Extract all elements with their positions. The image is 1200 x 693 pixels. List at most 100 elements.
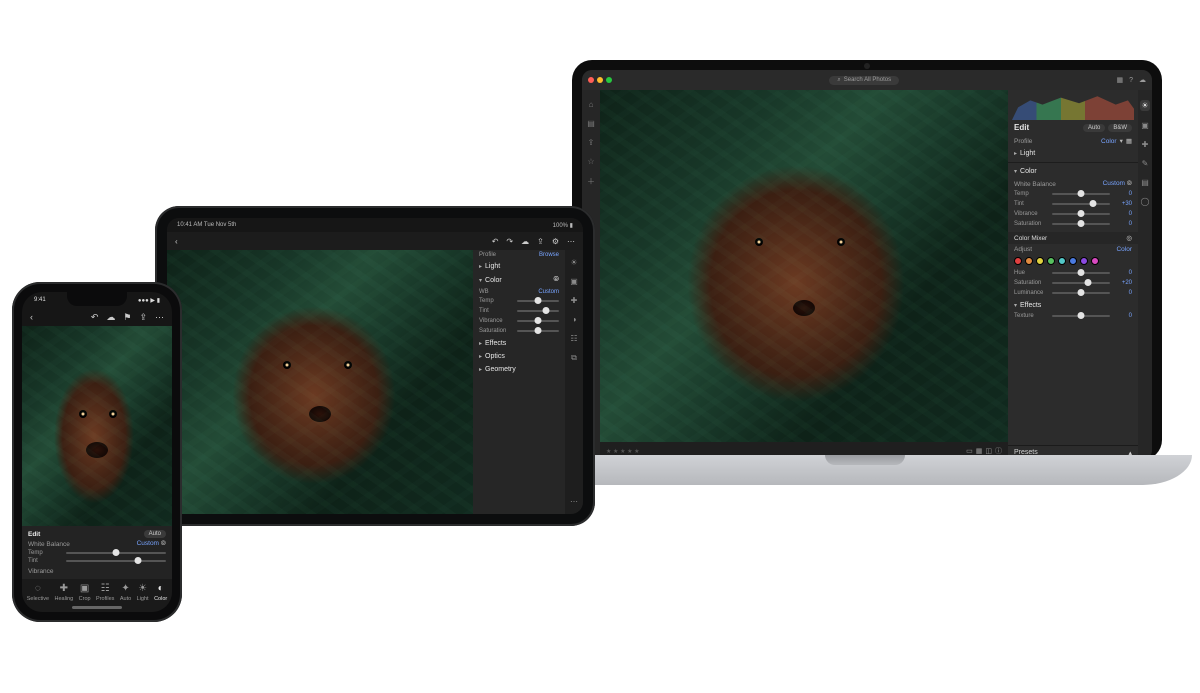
share-icon[interactable]: ⇪ xyxy=(537,237,544,246)
crop-tool-icon[interactable]: ▣ xyxy=(1141,121,1149,130)
share-icon[interactable]: ⇪ xyxy=(139,312,147,323)
vibrance-slider[interactable]: Vibrance 0 xyxy=(1008,210,1138,220)
tab-profiles[interactable]: ☷Profiles xyxy=(96,583,114,602)
versions-icon[interactable]: ⧉ xyxy=(571,353,577,363)
close-window-button[interactable] xyxy=(588,77,594,83)
section-color-mixer[interactable]: Color Mixer ◎ xyxy=(1008,232,1138,244)
section-light[interactable]: ▸ Light xyxy=(473,260,565,273)
back-button[interactable]: ‹ xyxy=(175,237,178,246)
compare-icon[interactable]: ◫ xyxy=(985,447,992,455)
histogram[interactable] xyxy=(1012,92,1134,120)
eyedropper-icon[interactable]: ⦾ xyxy=(553,276,559,284)
color-swatch[interactable] xyxy=(1058,257,1066,265)
wb-row[interactable]: WB Custom xyxy=(473,287,565,297)
color-swatch[interactable] xyxy=(1036,257,1044,265)
browse-label[interactable]: Browse xyxy=(539,252,559,258)
undo-icon[interactable]: ↶ xyxy=(91,312,99,323)
section-optics[interactable]: ▸ Optics xyxy=(473,350,565,363)
eyedropper-icon[interactable]: ⦾ xyxy=(161,540,166,547)
brush-tool-icon[interactable]: ✎ xyxy=(1142,159,1149,168)
bw-button[interactable]: B&W xyxy=(1108,124,1132,132)
slider-track[interactable] xyxy=(1052,223,1110,225)
search-input[interactable]: ⌕ Search All Photos xyxy=(829,76,899,85)
section-light[interactable]: ▸ Light xyxy=(1008,147,1138,160)
more-icon[interactable]: ⋯ xyxy=(567,237,575,246)
slider-track[interactable] xyxy=(1052,292,1110,294)
eyedropper-icon[interactable]: ⦾ xyxy=(1127,180,1132,187)
presets-icon[interactable]: ☷ xyxy=(570,334,577,343)
home-icon[interactable]: ⌂ xyxy=(589,100,594,109)
texture-slider[interactable]: Texture 0 xyxy=(1008,312,1138,322)
undo-icon[interactable]: ↶ xyxy=(492,237,499,246)
plus-icon[interactable]: ＋ xyxy=(587,176,595,187)
tint-slider[interactable]: Tint xyxy=(473,307,565,317)
temp-slider[interactable]: Temp xyxy=(473,297,565,307)
redo-icon[interactable]: ↷ xyxy=(506,237,513,246)
tab-color[interactable]: ◐Color xyxy=(154,583,167,602)
slider-track[interactable] xyxy=(1052,282,1110,284)
radial-tool-icon[interactable]: ◯ xyxy=(1141,197,1150,206)
color-swatch[interactable] xyxy=(1091,257,1099,265)
more-icon[interactable]: ⋯ xyxy=(570,497,578,506)
healing-tool-icon[interactable]: ✚ xyxy=(1142,140,1149,149)
learn-icon[interactable]: ☆ xyxy=(587,157,594,166)
section-effects[interactable]: ▸ Effects xyxy=(473,337,565,350)
color-swatch[interactable] xyxy=(1047,257,1055,265)
settings-icon[interactable]: ⚙ xyxy=(552,237,559,246)
back-button[interactable]: ‹ xyxy=(30,312,33,322)
fit-icon[interactable]: ▭ xyxy=(966,447,973,455)
help-icon[interactable]: ? xyxy=(1129,77,1133,84)
color-swatch[interactable] xyxy=(1080,257,1088,265)
crop-tool-icon[interactable]: ▣ xyxy=(570,277,578,286)
fullscreen-window-button[interactable] xyxy=(606,77,612,83)
tab-crop[interactable]: ▣Crop xyxy=(79,583,91,602)
tab-healing[interactable]: ✚Healing xyxy=(55,583,74,602)
healing-tool-icon[interactable]: ✚ xyxy=(571,296,578,305)
saturation-slider[interactable]: Saturation xyxy=(473,327,565,337)
temp-slider[interactable]: Temp 0 xyxy=(1008,190,1138,200)
tab-auto[interactable]: ✦Auto xyxy=(120,583,131,602)
auto-button[interactable]: Auto xyxy=(144,530,166,538)
section-geometry[interactable]: ▸ Geometry xyxy=(473,363,565,376)
tint-slider[interactable]: Tint +30 xyxy=(1008,200,1138,210)
luminance-slider[interactable]: Luminance 0 xyxy=(1008,289,1138,299)
photo-canvas[interactable] xyxy=(600,90,1008,442)
vibrance-slider[interactable]: Vibrance xyxy=(473,317,565,327)
photo-canvas[interactable] xyxy=(167,250,473,514)
cloud-icon[interactable]: ☁ xyxy=(521,237,529,246)
profile-row[interactable]: Profile Browse xyxy=(473,250,565,260)
home-indicator[interactable] xyxy=(72,606,122,609)
linear-tool-icon[interactable]: ▤ xyxy=(1141,178,1149,187)
minimize-window-button[interactable] xyxy=(597,77,603,83)
hue-slider[interactable]: Hue 0 xyxy=(1008,269,1138,279)
slider-track[interactable] xyxy=(1052,272,1110,274)
auto-button[interactable]: Auto xyxy=(1083,124,1105,132)
tint-slider[interactable]: Tint xyxy=(28,558,166,564)
rating-stars[interactable]: ★ ★ ★ ★ ★ xyxy=(606,448,640,455)
cloud-sync-icon[interactable]: ☁ xyxy=(1139,76,1146,84)
color-swatch[interactable] xyxy=(1014,257,1022,265)
saturation2-slider[interactable]: Saturation +20 xyxy=(1008,279,1138,289)
wb-value[interactable]: Custom xyxy=(1103,180,1125,187)
tab-light[interactable]: ☀Light xyxy=(137,583,149,602)
slider-track[interactable] xyxy=(1052,203,1110,205)
masking-tool-icon[interactable]: ◑ xyxy=(572,315,577,324)
temp-slider[interactable]: Temp xyxy=(28,550,166,556)
shared-icon[interactable]: ⇪ xyxy=(588,138,595,147)
photo-canvas[interactable] xyxy=(22,326,172,526)
wb-row[interactable]: White Balance Custom ⦾ xyxy=(28,540,166,548)
adjust-tool-icon[interactable]: ☀ xyxy=(1140,100,1149,111)
cloud-icon[interactable]: ☁ xyxy=(106,312,115,323)
slider-track[interactable] xyxy=(1052,213,1110,215)
section-color[interactable]: ▾ Color ⦾ xyxy=(473,273,565,287)
grid-icon[interactable]: ▦ xyxy=(976,447,983,455)
slider-track[interactable] xyxy=(1052,315,1110,317)
section-color[interactable]: ▾ Color xyxy=(1008,165,1138,178)
target-icon[interactable]: ◎ xyxy=(1126,234,1132,242)
library-icon[interactable]: ▤ xyxy=(587,119,595,128)
flag-icon[interactable]: ⚑ xyxy=(123,312,131,323)
more-icon[interactable]: ⋯ xyxy=(155,312,164,323)
mixer-adjust-row[interactable]: Adjust Color xyxy=(1008,244,1138,255)
saturation-slider[interactable]: Saturation 0 xyxy=(1008,220,1138,230)
profile-grid-icon[interactable]: ▦ xyxy=(1126,137,1132,145)
